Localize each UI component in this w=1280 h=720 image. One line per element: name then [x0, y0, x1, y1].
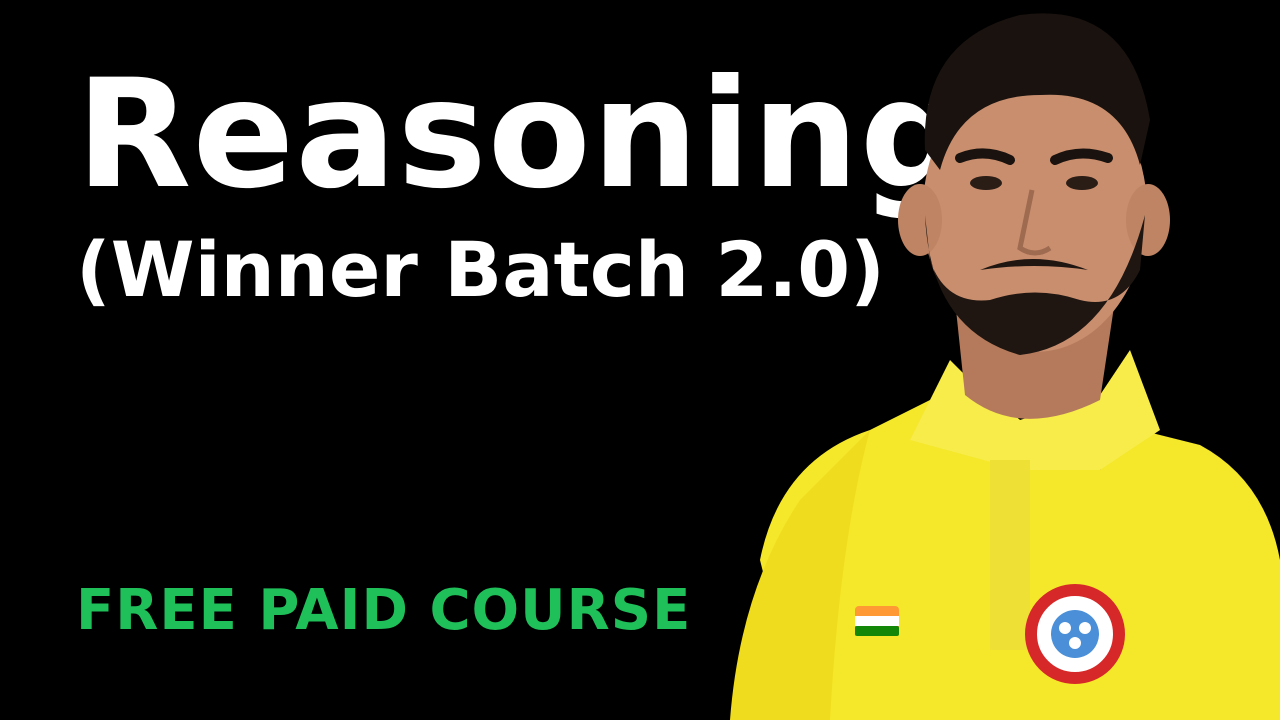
club-logo-icon	[1025, 584, 1125, 684]
right-eye	[1066, 176, 1098, 190]
left-eye	[970, 176, 1002, 190]
presenter-photo	[720, 0, 1280, 720]
left-ear	[898, 184, 942, 256]
flag-badge-icon	[855, 606, 899, 636]
thumbnail: Reasoning (Winner Batch 2.0) FREE PAID C…	[0, 0, 1280, 720]
tagline: FREE PAID COURSE	[76, 578, 692, 643]
right-ear	[1126, 184, 1170, 256]
shirt-placket	[990, 460, 1030, 650]
